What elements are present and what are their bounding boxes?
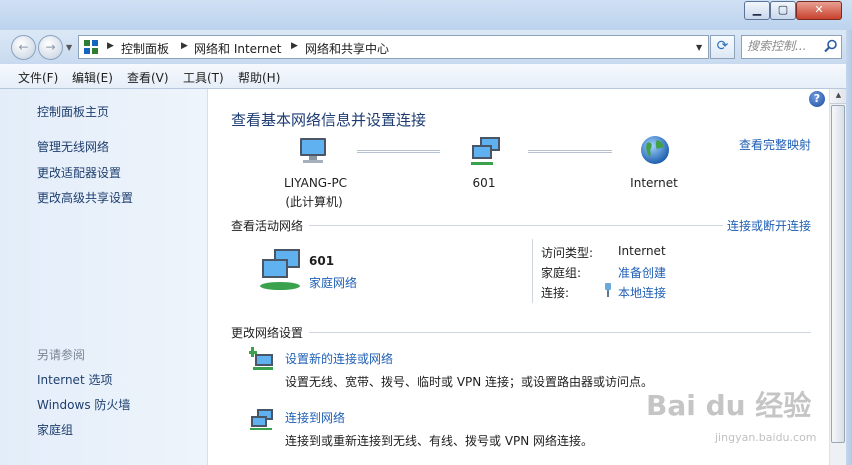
close-button[interactable]: ✕	[796, 1, 842, 20]
computer-sublabel: (此计算机)	[285, 195, 343, 209]
sidebar-control-panel-home[interactable]: 控制面板主页	[37, 103, 109, 120]
watermark-url: jingyan.baidu.com	[715, 431, 817, 444]
scroll-up-button[interactable]: ▲	[830, 89, 847, 104]
page-title: 查看基本网络信息并设置连接	[231, 111, 427, 129]
window-frame	[846, 30, 852, 465]
minimize-icon: ▁	[752, 3, 762, 16]
divider	[309, 225, 723, 226]
homegroup-link[interactable]: 准备创建	[618, 264, 666, 281]
refresh-button[interactable]: ⟳	[710, 35, 735, 59]
change-settings-label: 更改网络设置	[231, 326, 304, 340]
network-name: 601	[472, 176, 496, 190]
help-button[interactable]: ?	[809, 91, 825, 107]
network-icon[interactable]	[470, 136, 504, 168]
local-connection-link[interactable]: 本地连接	[618, 284, 666, 301]
sidebar-manage-wireless[interactable]: 管理无线网络	[37, 138, 109, 155]
maximize-button[interactable]: ▢	[770, 1, 796, 20]
recent-pages-dropdown-icon[interactable]: ▼	[66, 43, 72, 52]
connect-to-network-desc: 连接到或重新连接到无线、有线、拨号或 VPN 网络连接。	[285, 434, 594, 448]
connection-label: 连接:	[541, 286, 570, 300]
divider	[532, 239, 533, 303]
setup-new-connection-link[interactable]: 设置新的连接或网络	[285, 350, 393, 367]
active-network-name: 601	[309, 254, 335, 268]
search-input[interactable]	[747, 39, 821, 53]
internet-globe-icon[interactable]	[639, 134, 671, 166]
computer-icon[interactable]	[296, 136, 330, 166]
menu-edit[interactable]: 编辑(E)	[72, 69, 113, 86]
connect-to-network-icon[interactable]	[249, 407, 275, 431]
menu-file[interactable]: 文件(F)	[18, 69, 58, 86]
refresh-icon: ⟳	[716, 38, 729, 54]
vertical-scrollbar[interactable]: ▲	[829, 89, 847, 465]
scroll-thumb[interactable]	[831, 105, 845, 443]
ethernet-connection-icon	[605, 283, 611, 297]
setup-new-connection-desc: 设置无线、宽带、拨号、临时或 VPN 连接；或设置路由器或访问点。	[285, 375, 654, 389]
navigation-bar: ← → ▼ ▶ 控制面板 ▶ 网络和 Internet ▶ 网络和共享中心 ▼ …	[0, 30, 852, 64]
access-type-value: Internet	[618, 244, 666, 258]
menu-help[interactable]: 帮助(H)	[238, 69, 280, 86]
breadcrumb-control-panel[interactable]: 控制面板	[121, 40, 169, 57]
active-networks-label: 查看活动网络	[231, 219, 304, 233]
connection-line	[357, 150, 440, 153]
forward-button[interactable]: →	[38, 35, 63, 60]
sidebar-change-adapter[interactable]: 更改适配器设置	[37, 164, 121, 181]
home-network-icon[interactable]	[258, 247, 304, 293]
breadcrumb-separator-icon[interactable]: ▶	[107, 41, 114, 51]
internet-label: Internet	[630, 176, 678, 190]
view-full-map-link[interactable]: 查看完整映射	[739, 136, 811, 153]
homegroup-label: 家庭组:	[541, 266, 582, 280]
sidebar-advanced-sharing[interactable]: 更改高级共享设置	[37, 189, 133, 206]
new-connection-icon[interactable]	[249, 347, 275, 371]
title-bar: ▁ ▢ ✕	[0, 0, 852, 30]
chevron-up-icon: ▲	[835, 91, 842, 99]
menu-tools[interactable]: 工具(T)	[183, 69, 224, 86]
connect-disconnect-link[interactable]: 连接或断开连接	[727, 217, 811, 234]
control-panel-icon	[84, 40, 98, 54]
connection-line	[528, 150, 612, 153]
connect-to-network-link[interactable]: 连接到网络	[285, 409, 345, 426]
sidebar-internet-options[interactable]: Internet 选项	[37, 371, 112, 388]
help-icon: ?	[813, 92, 821, 105]
sidebar-homegroup[interactable]: 家庭组	[37, 421, 73, 438]
access-type-label: 访问类型:	[541, 246, 594, 260]
see-also-heading: 另请参阅	[37, 348, 86, 362]
minimize-button[interactable]: ▁	[744, 1, 770, 20]
search-icon[interactable]	[824, 39, 838, 53]
address-dropdown-icon[interactable]: ▼	[696, 43, 702, 52]
breadcrumb-separator-icon[interactable]: ▶	[291, 41, 298, 51]
computer-name: LIYANG-PC	[284, 176, 348, 190]
sidebar: 控制面板主页 管理无线网络 更改适配器设置 更改高级共享设置 另请参阅 Inte…	[0, 89, 208, 465]
divider	[309, 332, 811, 333]
arrow-left-icon: ←	[18, 40, 29, 54]
search-box[interactable]	[741, 35, 842, 59]
menu-bar: 文件(F) 编辑(E) 查看(V) 工具(T) 帮助(H)	[0, 64, 852, 89]
network-type-link[interactable]: 家庭网络	[309, 274, 357, 291]
sidebar-windows-firewall[interactable]: Windows 防火墙	[37, 396, 130, 413]
back-button[interactable]: ←	[11, 35, 36, 60]
maximize-icon: ▢	[777, 3, 789, 16]
watermark-logo: Bai du 经验	[646, 389, 812, 422]
close-icon: ✕	[814, 3, 824, 16]
menu-view[interactable]: 查看(V)	[127, 69, 169, 86]
breadcrumb-separator-icon[interactable]: ▶	[181, 41, 188, 51]
address-bar[interactable]: ▶ 控制面板 ▶ 网络和 Internet ▶ 网络和共享中心 ▼	[78, 35, 709, 59]
breadcrumb-network-sharing-center[interactable]: 网络和共享中心	[305, 40, 389, 57]
breadcrumb-network-internet[interactable]: 网络和 Internet	[194, 40, 281, 57]
arrow-right-icon: →	[45, 40, 56, 54]
